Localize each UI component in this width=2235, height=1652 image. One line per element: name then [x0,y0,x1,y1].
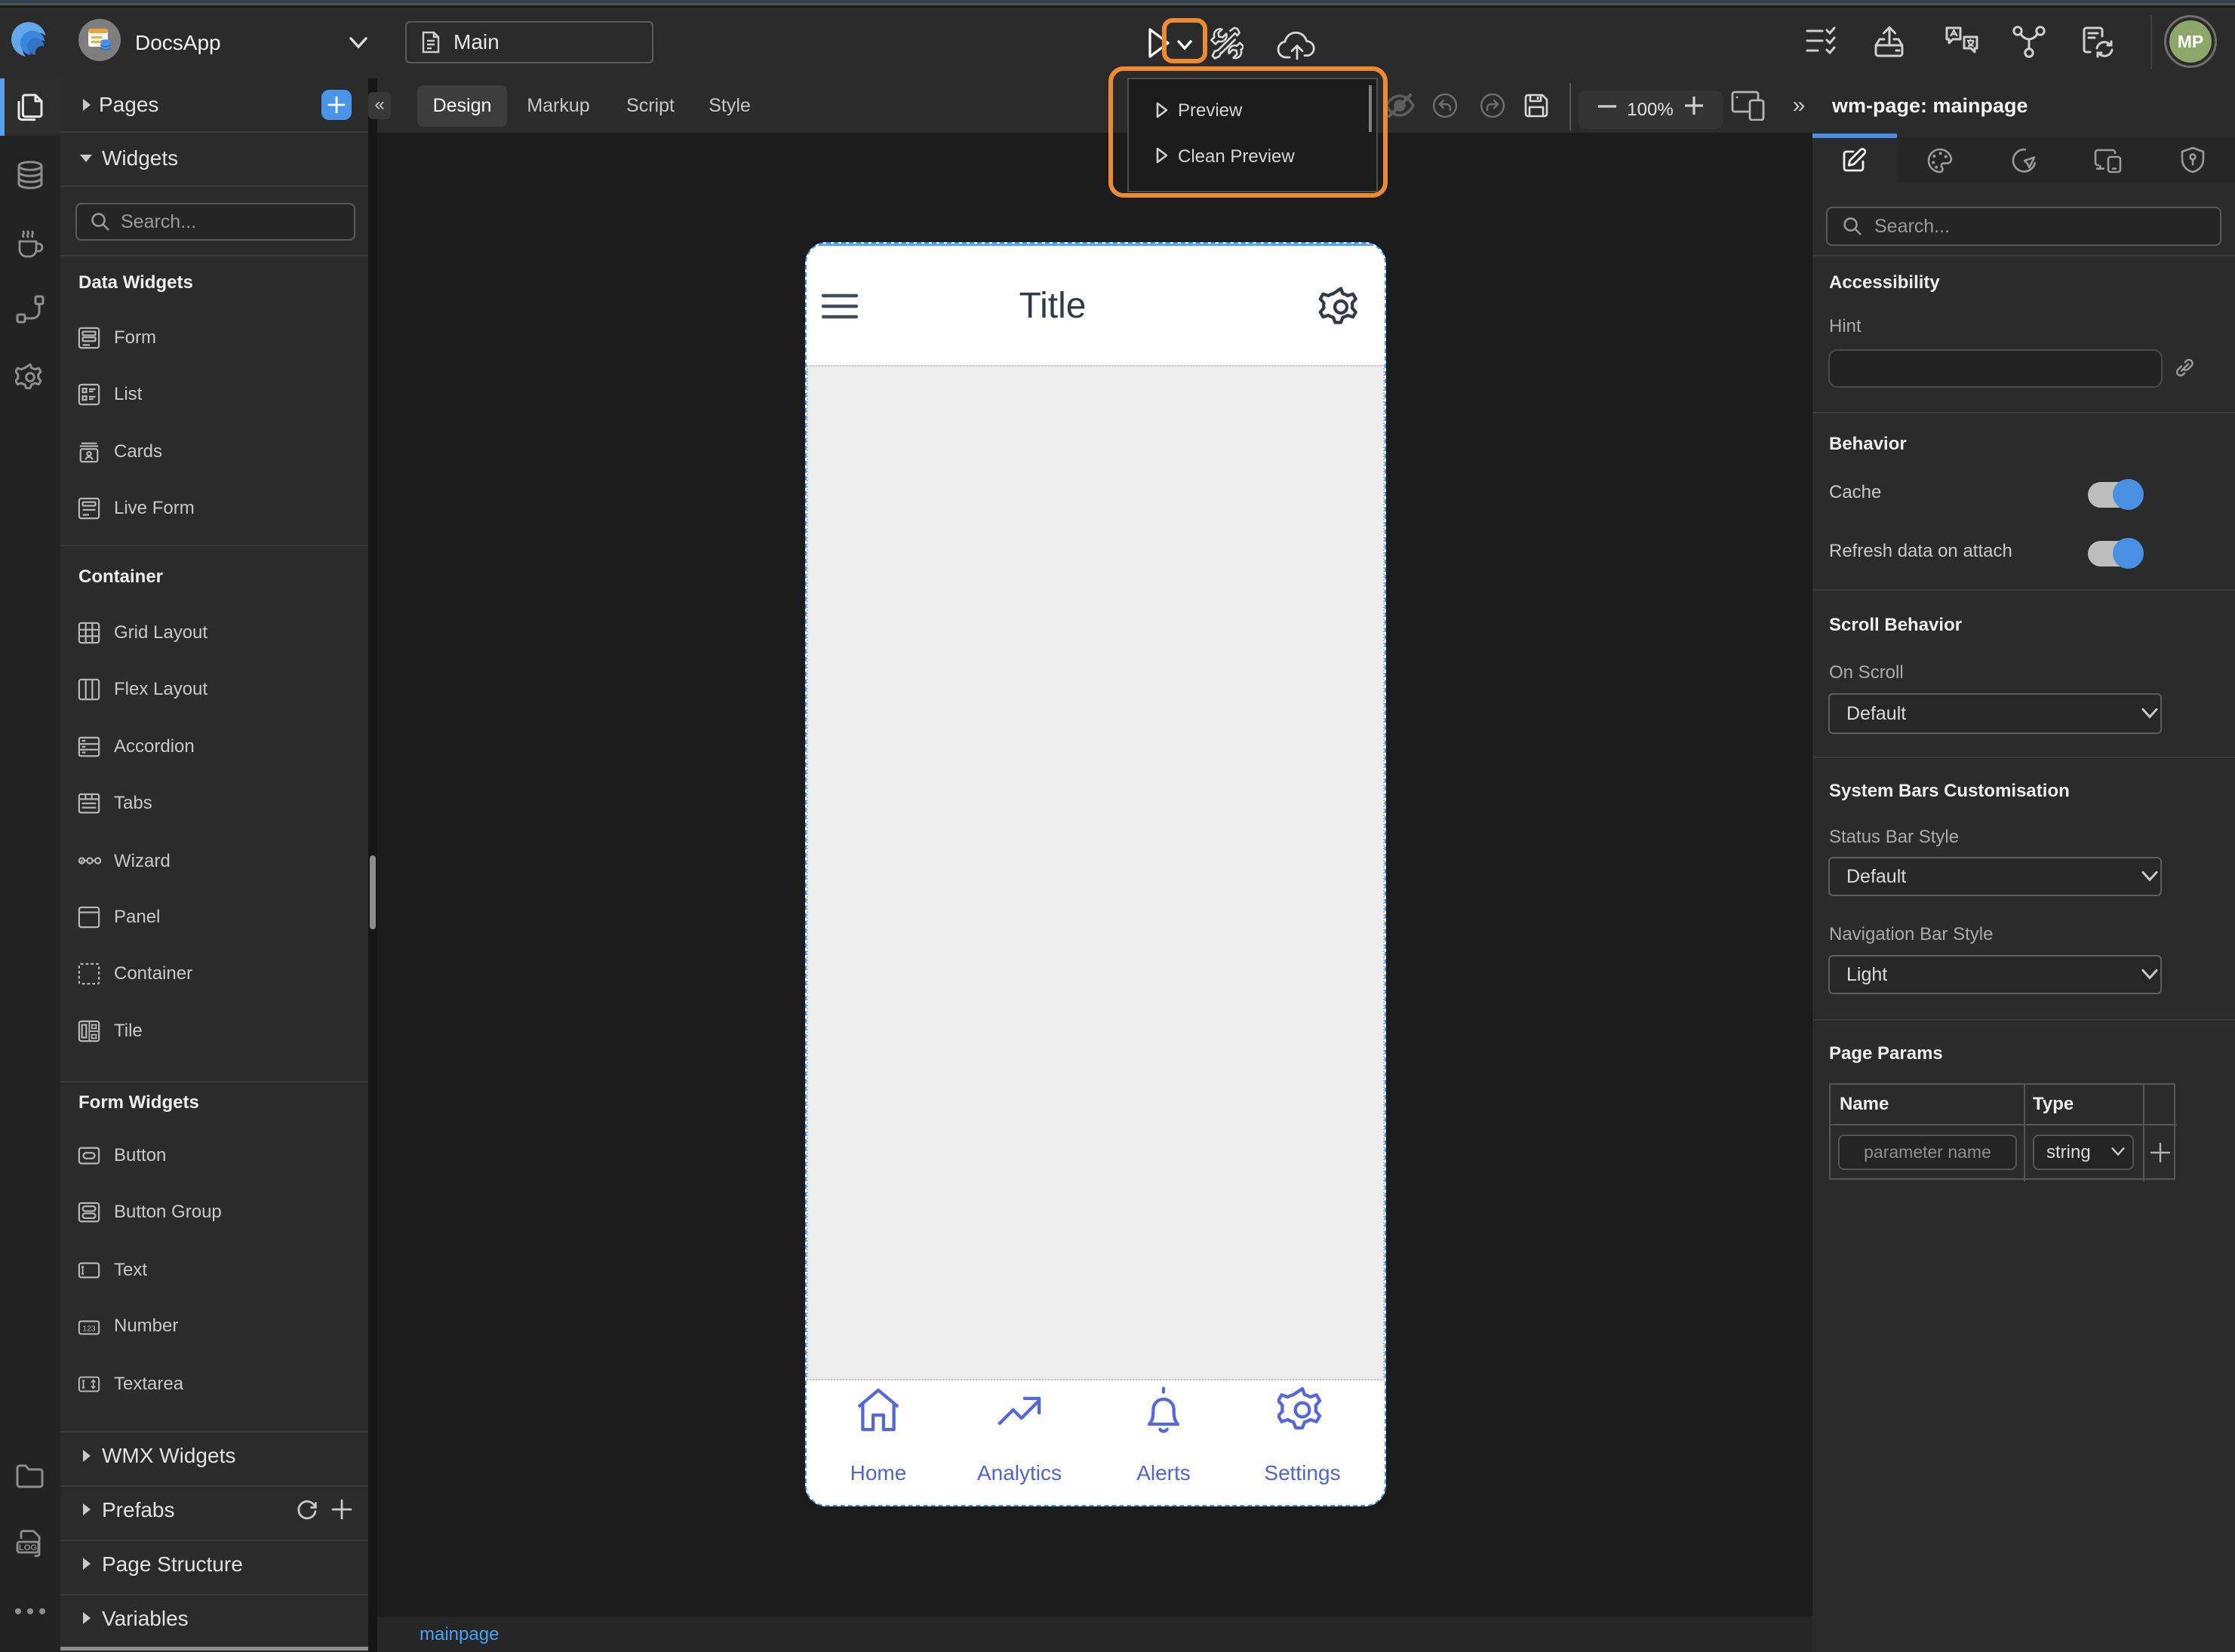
svg-text:LOG: LOG [19,1543,38,1552]
svg-text:123: 123 [82,1325,95,1333]
